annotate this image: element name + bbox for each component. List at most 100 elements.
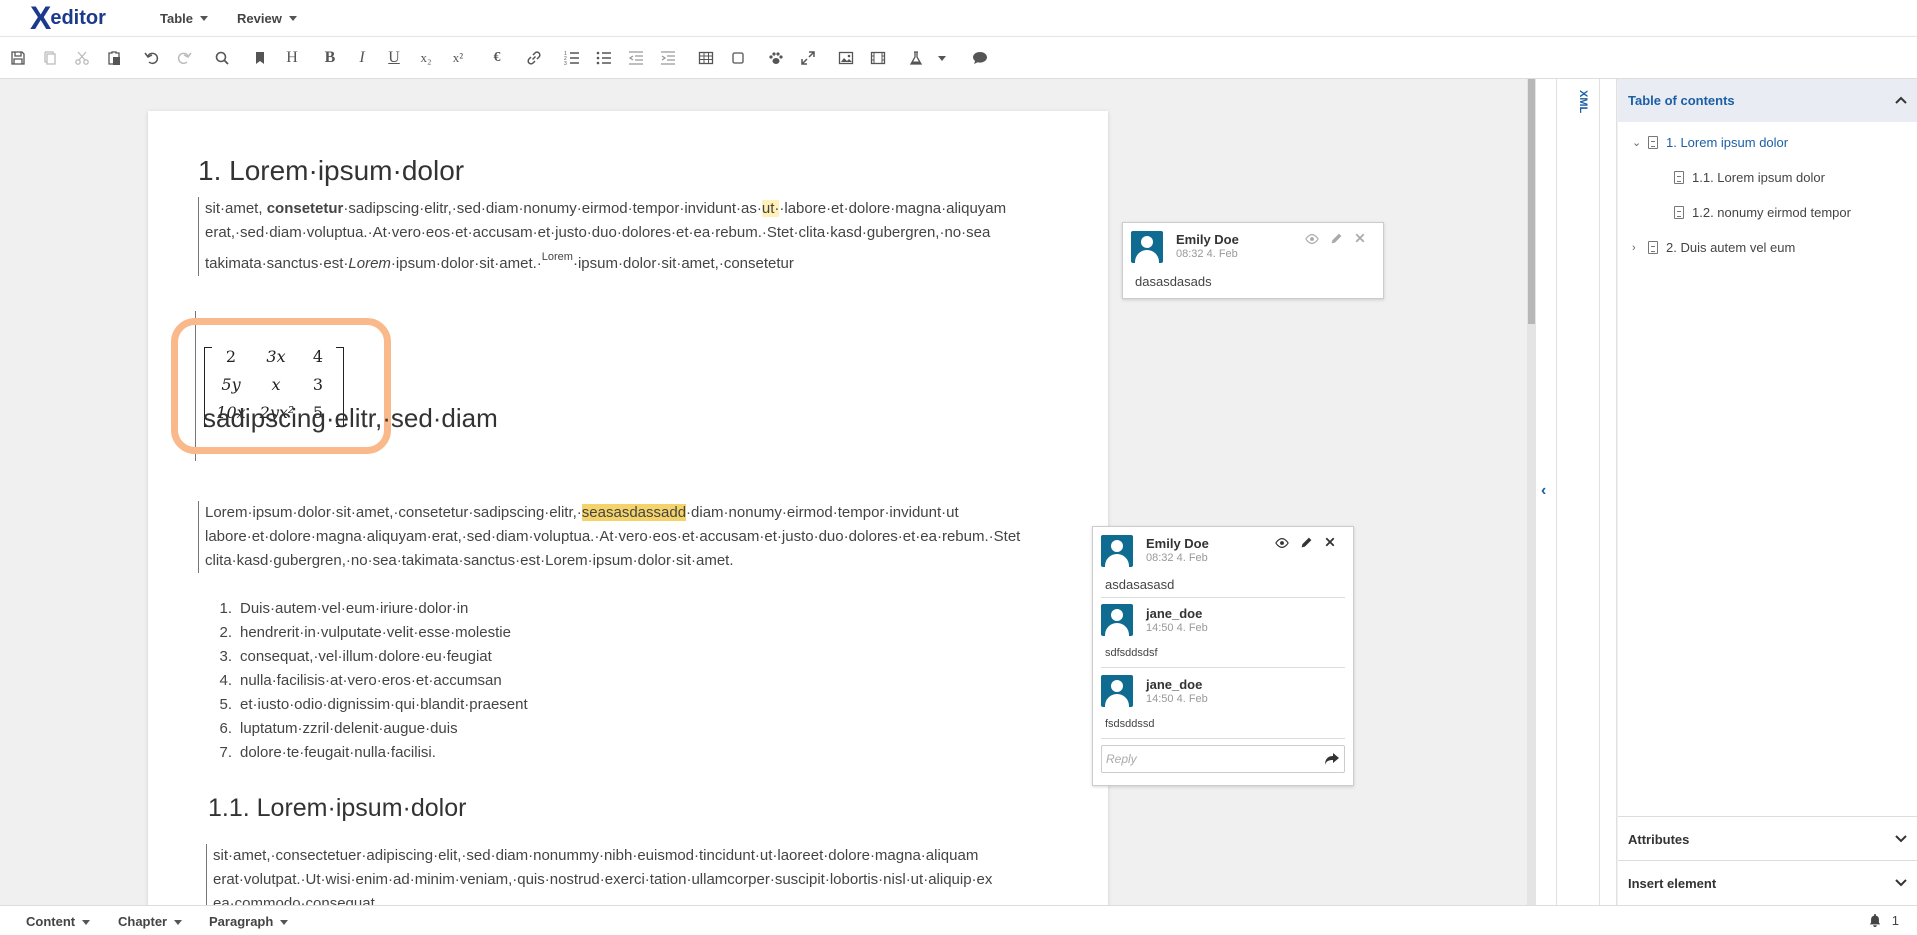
toc-item-1-2[interactable]: 1.2. nonumy eirmod tempor [1674, 205, 1851, 220]
toc-item-label: 2. Duis autem vel eum [1666, 240, 1796, 255]
menu-review[interactable]: Review [237, 0, 297, 36]
heading-1[interactable]: 1. Lorem·ipsum·dolor [198, 155, 464, 187]
breadcrumb-chapter[interactable]: Chapter [118, 914, 183, 929]
chevron-down-icon [288, 15, 297, 21]
paragraph-2-line-1: Lorem·ipsum·dolor·sit·amet,·consetetur·s… [205, 501, 1068, 525]
toc-header[interactable]: Table of contents [1618, 79, 1917, 122]
xml-tab[interactable]: XML [1569, 90, 1589, 113]
p1-italic-text: Lorem [348, 255, 391, 272]
paw-icon[interactable] [765, 47, 787, 69]
toc-item-1[interactable]: ⌄ 1. Lorem ipsum dolor [1632, 135, 1788, 150]
reply-input[interactable]: Reply [1101, 745, 1345, 773]
bullet-list-icon[interactable] [593, 47, 615, 69]
insert-element-title: Insert element [1628, 876, 1717, 891]
matrix-cell: 3x [266, 347, 286, 366]
comment-card[interactable]: Emily Doe 08:32 4. Feb dasasdasads [1122, 222, 1384, 299]
comment-text: dasasdasads [1135, 274, 1212, 289]
menu-table[interactable]: Table [160, 0, 208, 36]
heading-3[interactable]: 1.1. Lorem·ipsum·dolor [208, 794, 466, 823]
chevron-up-icon[interactable] [1895, 95, 1907, 105]
list-number: 6. [219, 720, 232, 737]
comment-icon[interactable] [969, 47, 991, 69]
table-icon[interactable] [695, 47, 717, 69]
flask-icon[interactable] [905, 47, 927, 69]
chevron-down-icon [280, 920, 289, 926]
comment-thread[interactable]: Emily Doe 08:32 4. Feb asdasasasd jane_d… [1092, 526, 1354, 786]
copy-icon[interactable] [39, 47, 61, 69]
p1-line3-a: takimata·sanctus·est· [205, 255, 349, 272]
video-icon[interactable] [867, 47, 889, 69]
box-icon[interactable] [727, 47, 749, 69]
indent-icon[interactable] [657, 47, 679, 69]
paragraph-1[interactable]: sit·amet, consetetur·sadipscing·elitr,·s… [198, 197, 1048, 276]
save-icon[interactable] [7, 47, 29, 69]
breadcrumb-content[interactable]: Content [26, 914, 91, 929]
close-icon[interactable] [1352, 232, 1368, 248]
superscript-icon[interactable]: x² [447, 47, 469, 69]
eye-icon[interactable] [1274, 536, 1290, 552]
eye-icon[interactable] [1304, 232, 1320, 248]
toc-item-1-1[interactable]: 1.1. Lorem ipsum dolor [1674, 170, 1825, 185]
ordered-list-icon[interactable]: 123 [561, 47, 583, 69]
scrollbar-thumb[interactable] [1528, 79, 1535, 324]
editor-scrollbar[interactable] [1527, 79, 1536, 905]
list-item[interactable]: 1. Duis·autem·vel·eum·iriure·dolor·in [208, 597, 528, 621]
matrix-cell: 4 [312, 347, 324, 366]
flask-dropdown-icon[interactable] [931, 47, 953, 69]
close-icon[interactable] [1322, 536, 1338, 552]
bell-icon [1869, 913, 1881, 927]
breadcrumb-paragraph[interactable]: Paragraph [209, 914, 289, 929]
document-icon [1674, 206, 1684, 219]
list-item[interactable]: 5. et·iusto·odio·dignissim·qui·blandit·pr… [208, 693, 528, 717]
undo-icon[interactable] [141, 47, 163, 69]
bold-icon[interactable]: B [319, 47, 341, 69]
comment-date: 08:32 4. Feb [1176, 248, 1238, 260]
cut-icon[interactable] [71, 47, 93, 69]
avatar [1131, 231, 1163, 263]
link-icon[interactable] [523, 47, 545, 69]
reply-placeholder: Reply [1106, 752, 1137, 766]
expand-icon[interactable] [797, 47, 819, 69]
image-icon[interactable] [835, 47, 857, 69]
attributes-accordion[interactable]: Attributes [1618, 816, 1917, 859]
underline-icon[interactable]: U [383, 47, 405, 69]
pencil-icon[interactable] [1298, 536, 1314, 552]
outdent-icon[interactable] [625, 47, 647, 69]
euro-icon[interactable]: € [486, 47, 508, 69]
paragraph-3[interactable]: sit·amet,·consectetuer·adipiscing·elit,·… [206, 844, 1066, 905]
list-item[interactable]: 6. luptatum·zzril·delenit·augue·duis [208, 717, 528, 741]
list-item-text: et·iusto·odio·dignissim·qui·blandit·prae… [240, 696, 528, 713]
paragraph-2[interactable]: Lorem·ipsum·dolor·sit·amet,·consetetur·s… [198, 501, 1068, 573]
list-item[interactable]: 3. consequat,·vel·illum·dolore·eu·feugiat [208, 645, 528, 669]
redo-icon[interactable] [173, 47, 195, 69]
reply-send-icon[interactable] [1324, 752, 1340, 766]
p1-line3-b: ·ipsum·dolor·sit·amet.· [390, 255, 542, 272]
p1-text-a: sit·amet, [205, 200, 263, 217]
p2-text-a: Lorem·ipsum·dolor·sit·amet,·consetetur·s… [205, 504, 582, 521]
list-item-text: dolore·te·feugait·nulla·facilisi. [240, 744, 436, 761]
chevron-left-icon[interactable]: ‹ [1541, 482, 1546, 500]
chevron-right-icon[interactable]: › [1632, 242, 1648, 254]
p2-highlight[interactable]: seasasdassadd [581, 504, 687, 521]
paste-icon[interactable] [103, 47, 125, 69]
ordered-list[interactable]: 1. Duis·autem·vel·eum·iriure·dolor·in 2. h… [208, 597, 528, 765]
document-page[interactable]: 1. Lorem·ipsum·dolor sit·amet, consetetu… [148, 111, 1108, 905]
list-item[interactable]: 2. hendrerit·in·vulputate·velit·esse·mole… [208, 621, 528, 645]
heading-icon[interactable]: H [281, 47, 303, 69]
paragraph-1-line-1: sit·amet, consetetur·sadipscing·elitr,·s… [205, 197, 1048, 221]
search-icon[interactable] [211, 47, 233, 69]
list-item[interactable]: 7. dolore·te·feugait·nulla·facilisi. [208, 741, 528, 765]
toc-item-2[interactable]: › 2. Duis autem vel eum [1632, 240, 1795, 255]
insert-element-accordion[interactable]: Insert element [1618, 860, 1917, 903]
list-item[interactable]: 4. nulla·facilisis·at·vero·eros·et·accums… [208, 669, 528, 693]
pencil-icon[interactable] [1328, 232, 1344, 248]
toc-title: Table of contents [1628, 93, 1735, 108]
bookmark-icon[interactable] [249, 47, 271, 69]
paragraph-3-line-3: ea·commodo·consequat. [213, 895, 379, 905]
heading-2[interactable]: sadipscing·elitr,·sed·diam [203, 403, 498, 434]
p1-highlight[interactable]: ut· [761, 200, 780, 217]
chevron-down-icon[interactable]: ⌄ [1632, 136, 1648, 149]
italic-icon[interactable]: I [351, 47, 373, 69]
subscript-icon[interactable]: x₂ [415, 47, 437, 69]
notifications[interactable]: 1 [1868, 913, 1899, 928]
